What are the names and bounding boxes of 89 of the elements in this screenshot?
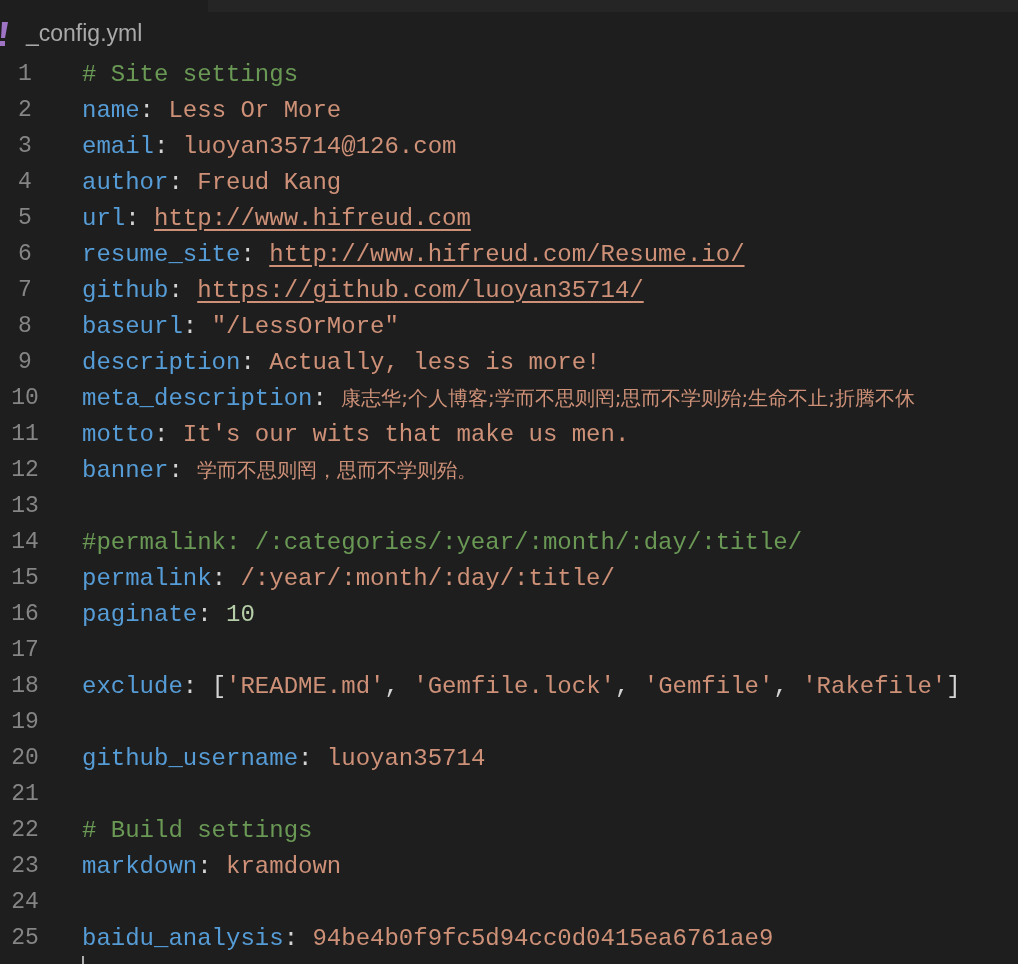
punctuation: : xyxy=(283,924,300,952)
url-link[interactable]: http://www.hifreud.com xyxy=(154,204,471,232)
line-number: 4 xyxy=(17,169,33,195)
yaml-key: url xyxy=(82,204,126,232)
punctuation: : xyxy=(154,420,170,448)
yaml-key: github xyxy=(82,276,169,304)
url-link[interactable]: http://www.hifreud.com/Resume.io/ xyxy=(269,240,745,268)
line-number: 25 xyxy=(10,925,40,951)
string-value: "/LessOrMore" xyxy=(211,312,399,340)
punctuation: : xyxy=(197,852,213,880)
line-number: 15 xyxy=(10,565,40,591)
punctuation: : xyxy=(154,132,170,160)
yaml-key: github_username xyxy=(82,744,299,772)
string-value: 康志华;个人博客;学而不思则罔;思而不学则殆;生命不止;折腾不休 xyxy=(341,384,915,412)
punctuation: : xyxy=(298,744,314,772)
punctuation: : [ xyxy=(182,672,227,700)
yaml-key: permalink xyxy=(82,564,212,592)
line-number: 2 xyxy=(17,97,33,123)
string-value: /:year/:month/:day/:title/ xyxy=(240,564,615,592)
line-number: 9 xyxy=(17,349,33,375)
line-number: 11 xyxy=(10,421,40,447)
line-number: 8 xyxy=(17,313,33,339)
yaml-key: name xyxy=(82,96,140,124)
punctuation: : xyxy=(240,240,256,268)
punctuation: : xyxy=(168,456,184,484)
yaml-key: author xyxy=(82,168,169,196)
punctuation: : xyxy=(125,204,141,232)
yaml-key: resume_site xyxy=(82,240,241,268)
string-value: luoyan35714 xyxy=(326,744,486,772)
line-number: 14 xyxy=(10,529,40,555)
string-value: kramdown xyxy=(226,852,342,880)
line-number: 12 xyxy=(10,457,40,483)
line-number: 1 xyxy=(17,61,33,87)
yaml-key: motto xyxy=(82,420,154,448)
text-cursor xyxy=(82,956,84,964)
punctuation: : xyxy=(168,168,184,196)
string-value: 'README.md' xyxy=(226,672,385,700)
punctuation: : xyxy=(197,600,213,628)
line-number: 22 xyxy=(10,817,40,843)
line-number: 24 xyxy=(10,889,40,915)
code-comment: # Site settings xyxy=(82,60,299,88)
punctuation: : xyxy=(168,276,184,304)
punctuation: : xyxy=(312,384,328,412)
line-number: 7 xyxy=(17,277,33,303)
string-value: Actually, less is more! xyxy=(269,348,601,376)
punctuation: , xyxy=(614,672,631,700)
yaml-key: meta_description xyxy=(82,384,313,412)
string-value: luoyan35714@126.com xyxy=(182,132,457,160)
yaml-key: email xyxy=(82,132,154,160)
punctuation: , xyxy=(773,672,789,700)
yaml-key: baidu_analysis xyxy=(82,924,284,952)
line-number: 21 xyxy=(10,781,40,807)
punctuation: : xyxy=(182,312,199,340)
yaml-key: markdown xyxy=(82,852,198,880)
line-number: 5 xyxy=(17,205,33,231)
string-value: 'Gemfile.lock' xyxy=(413,672,615,700)
line-number: 10 xyxy=(10,385,40,411)
yaml-exclamation-icon xyxy=(0,21,8,46)
punctuation: : xyxy=(139,96,155,124)
line-number: 3 xyxy=(17,133,33,159)
line-number: 18 xyxy=(10,673,40,699)
string-value: It's our wits that make us men. xyxy=(182,420,630,448)
line-number: 13 xyxy=(10,493,40,519)
line-number: 20 xyxy=(10,745,40,771)
line-number: 19 xyxy=(10,709,40,735)
yaml-key: exclude xyxy=(82,672,183,700)
code-comment: #permalink: /:categories/:year/:month/:day/:title/ xyxy=(82,528,803,556)
yaml-key: banner xyxy=(82,456,169,484)
line-number: 16 xyxy=(10,601,40,627)
string-value: 94be4b0f9fc5d94cc0d0415ea6761ae9 xyxy=(312,924,774,952)
yaml-key: paginate xyxy=(82,600,198,628)
punctuation: : xyxy=(240,348,256,376)
punctuation: , xyxy=(384,672,400,700)
string-value: Less Or More xyxy=(168,96,342,124)
punctuation: : xyxy=(211,564,228,592)
url-link[interactable]: https://github.com/luoyan35714/ xyxy=(197,276,644,304)
file-name[interactable]: _config.yml xyxy=(26,20,143,47)
string-value: 'Gemfile' xyxy=(643,672,774,700)
line-number: 23 xyxy=(10,853,40,879)
punctuation: ] xyxy=(946,672,961,700)
line-number: 6 xyxy=(17,241,33,267)
string-value: 学而不思则罔，思而不学则殆。 xyxy=(197,456,478,484)
number-value: 10 xyxy=(226,600,255,628)
yaml-key: baseurl xyxy=(82,312,183,340)
line-number: 17 xyxy=(10,637,40,663)
yaml-key: description xyxy=(82,348,241,376)
code-comment: # Build settings xyxy=(82,816,313,844)
string-value: 'Rakefile' xyxy=(802,672,947,700)
string-value: Freud Kang xyxy=(197,168,342,196)
